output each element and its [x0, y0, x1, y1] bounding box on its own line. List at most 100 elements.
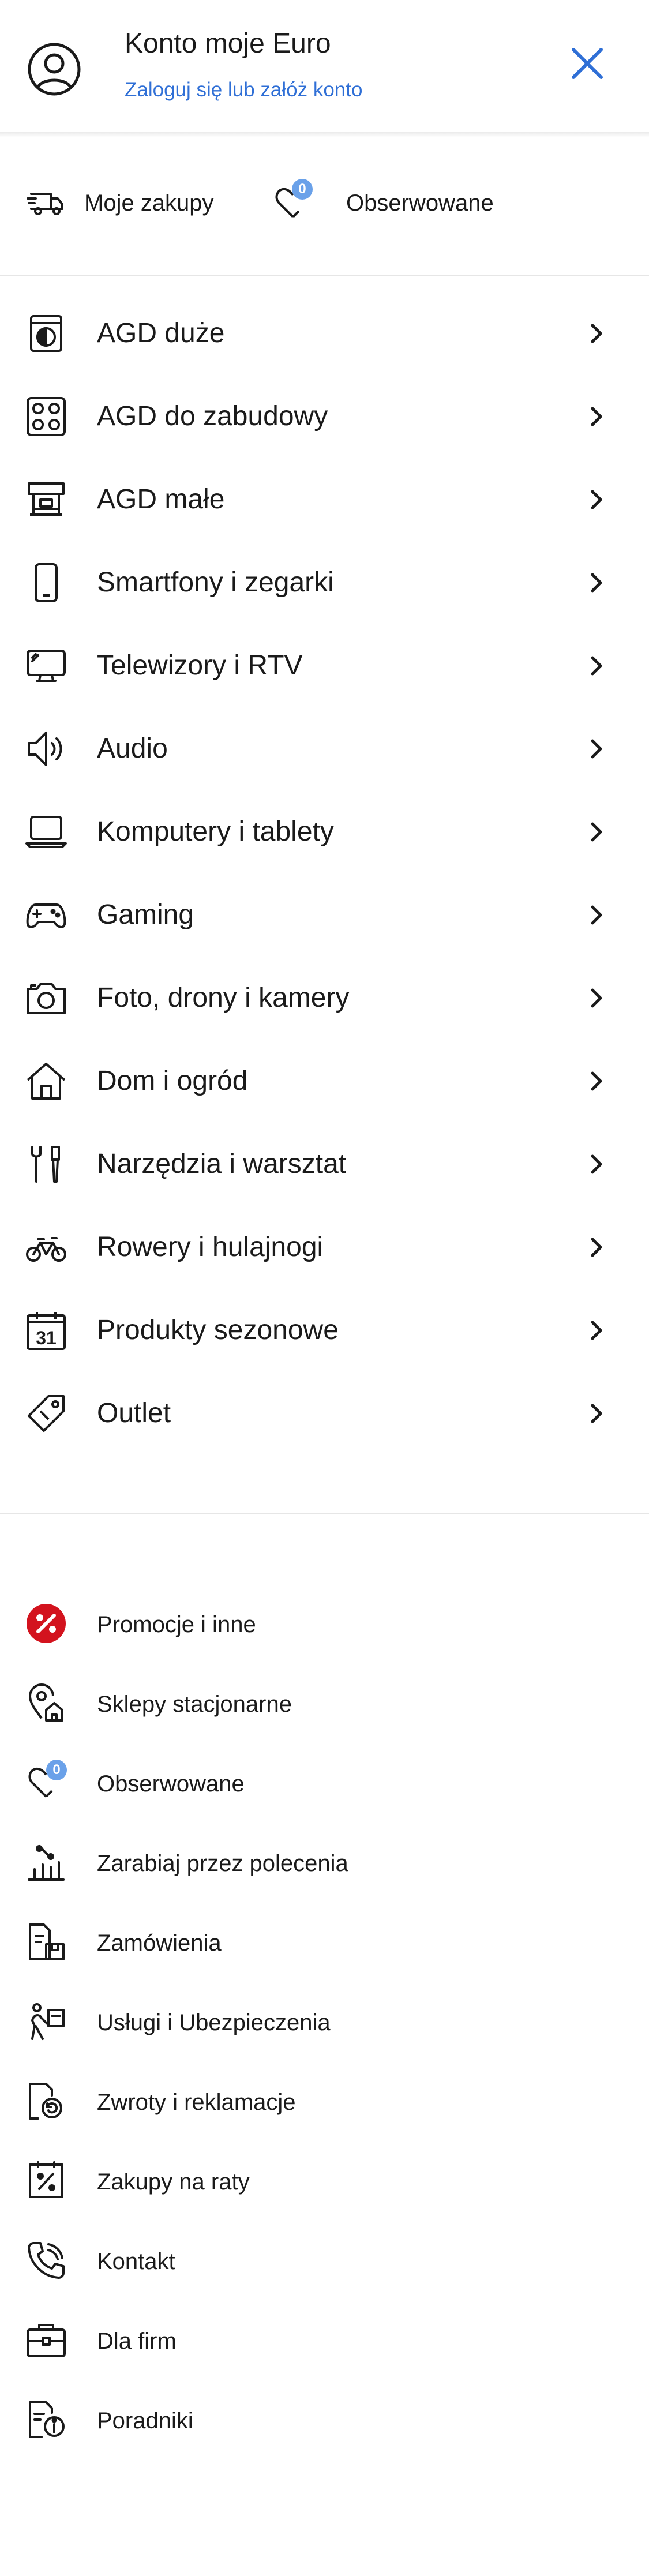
category-item-smartfony[interactable]: Smartfony i zegarki	[0, 540, 649, 623]
link-dla-firm[interactable]: Dla firm	[0, 2298, 649, 2378]
camera-icon	[25, 977, 67, 1019]
category-label: Narzędzia i warsztat	[97, 1149, 347, 1179]
category-item-outlet[interactable]: Outlet	[0, 1371, 649, 1454]
section-divider	[0, 1513, 649, 1514]
laptop-icon	[25, 811, 67, 853]
link-label: Zarabiaj przez polecenia	[97, 1851, 348, 1876]
user-avatar-icon[interactable]	[27, 42, 82, 97]
link-poradniki[interactable]: Poradniki	[0, 2378, 649, 2458]
header-divider	[0, 132, 649, 137]
tag-icon	[25, 1393, 67, 1434]
chevron-right-icon	[584, 819, 609, 845]
link-label: Sklepy stacjonarne	[97, 1692, 292, 1717]
category-item-agd-male[interactable]: AGD małe	[0, 457, 649, 540]
chevron-right-icon	[584, 1401, 609, 1426]
chevron-right-icon	[584, 736, 609, 762]
section-divider	[0, 275, 649, 276]
tools-icon	[25, 1143, 67, 1185]
chevron-right-icon	[584, 1318, 609, 1343]
category-item-telewizory[interactable]: Telewizory i RTV	[0, 623, 649, 706]
category-item-audio[interactable]: Audio	[0, 706, 649, 789]
chevron-right-icon	[584, 985, 609, 1011]
services-icon	[25, 2001, 67, 2042]
watched-button[interactable]: 0 Obserwowane	[272, 179, 494, 224]
cooktop-icon	[25, 396, 67, 437]
category-label: Komputery i tablety	[97, 816, 334, 847]
guides-icon	[25, 2399, 67, 2440]
returns-icon	[25, 2080, 67, 2122]
chevron-right-icon	[584, 570, 609, 595]
chevron-right-icon	[584, 1068, 609, 1094]
category-label: Smartfony i zegarki	[97, 567, 334, 598]
link-label: Zwroty i reklamacje	[97, 2090, 296, 2115]
category-item-agd-do-zabudowy[interactable]: AGD do zabudowy	[0, 374, 649, 457]
account-header: Konto moje Euro Zaloguj się lub załóż ko…	[0, 0, 649, 132]
category-label: Rowery i hulajnogi	[97, 1232, 324, 1262]
link-label: Promocje i inne	[97, 1612, 256, 1637]
link-label: Poradniki	[97, 2408, 193, 2433]
category-item-sezonowe[interactable]: 31 Produkty sezonowe	[0, 1288, 649, 1371]
link-sklepy[interactable]: Sklepy stacjonarne	[0, 1662, 649, 1741]
link-uslugi[interactable]: Usługi i Ubezpieczenia	[0, 1980, 649, 2060]
speaker-icon	[25, 728, 67, 770]
phone-icon	[25, 2240, 67, 2281]
category-label: Produkty sezonowe	[97, 1315, 339, 1345]
category-item-gaming[interactable]: Gaming	[0, 872, 649, 955]
my-purchases-label: Moje zakupy	[84, 190, 214, 216]
category-label: Foto, drony i kamery	[97, 983, 350, 1013]
gamepad-icon	[25, 894, 67, 936]
category-item-dom[interactable]: Dom i ogród	[0, 1038, 649, 1122]
link-obserwowane[interactable]: 0 Obserwowane	[0, 1741, 649, 1821]
login-register-link[interactable]: Zaloguj się lub załóż konto	[125, 76, 362, 104]
heart-icon: 0	[272, 179, 314, 224]
chevron-right-icon	[584, 404, 609, 429]
category-item-foto[interactable]: Foto, drony i kamery	[0, 955, 649, 1038]
category-label: AGD do zabudowy	[97, 401, 328, 432]
chevron-right-icon	[584, 1152, 609, 1177]
link-raty[interactable]: Zakupy na raty	[0, 2139, 649, 2219]
briefcase-icon	[25, 2319, 67, 2361]
link-label: Obserwowane	[97, 1771, 245, 1797]
link-polecenia[interactable]: Zarabiaj przez polecenia	[0, 1821, 649, 1900]
category-label: Telewizory i RTV	[97, 650, 303, 681]
link-kontakt[interactable]: Kontakt	[0, 2219, 649, 2298]
my-purchases-button[interactable]: Moje zakupy	[27, 182, 214, 224]
category-item-rowery[interactable]: Rowery i hulajnogi	[0, 1205, 649, 1288]
coffee-machine-icon	[25, 479, 67, 520]
category-label: Audio	[97, 733, 168, 764]
store-location-icon	[25, 1682, 67, 1724]
watched-count-badge: 0	[46, 1760, 67, 1780]
link-label: Usługi i Ubezpieczenia	[97, 2010, 331, 2035]
category-item-agd-duze[interactable]: AGD duże	[0, 291, 649, 374]
calendar-icon: 31	[25, 1310, 67, 1351]
chevron-right-icon	[584, 321, 609, 346]
category-item-narzedzia[interactable]: Narzędzia i warsztat	[0, 1122, 649, 1205]
washing-machine-icon	[25, 313, 67, 354]
percent-badge-icon	[25, 1603, 67, 1644]
smartphone-icon	[25, 562, 67, 603]
delivery-truck-icon	[27, 182, 68, 224]
account-title: Konto moje Euro	[125, 28, 331, 59]
link-zamowienia[interactable]: Zamówienia	[0, 1900, 649, 1980]
category-label: Outlet	[97, 1398, 171, 1428]
category-item-komputery[interactable]: Komputery i tablety	[0, 789, 649, 872]
installments-icon	[25, 2160, 67, 2202]
calendar-day-text: 31	[36, 1328, 57, 1348]
category-label: AGD duże	[97, 318, 225, 348]
chevron-right-icon	[584, 902, 609, 928]
house-icon	[25, 1060, 67, 1102]
chevron-right-icon	[584, 1235, 609, 1260]
category-label: Dom i ogród	[97, 1066, 248, 1096]
close-icon[interactable]	[564, 40, 610, 87]
link-label: Dla firm	[97, 2328, 177, 2354]
watched-count-badge: 0	[292, 179, 313, 200]
link-label: Zamówienia	[97, 1930, 222, 1956]
orders-icon	[25, 1921, 67, 1963]
watched-label: Obserwowane	[346, 190, 494, 216]
link-promocje[interactable]: Promocje i inne	[0, 1582, 649, 1662]
bicycle-icon	[25, 1227, 67, 1268]
category-label: AGD małe	[97, 484, 225, 515]
referral-chart-icon	[25, 1842, 67, 1883]
link-label: Kontakt	[97, 2249, 175, 2274]
link-zwroty[interactable]: Zwroty i reklamacje	[0, 2060, 649, 2139]
